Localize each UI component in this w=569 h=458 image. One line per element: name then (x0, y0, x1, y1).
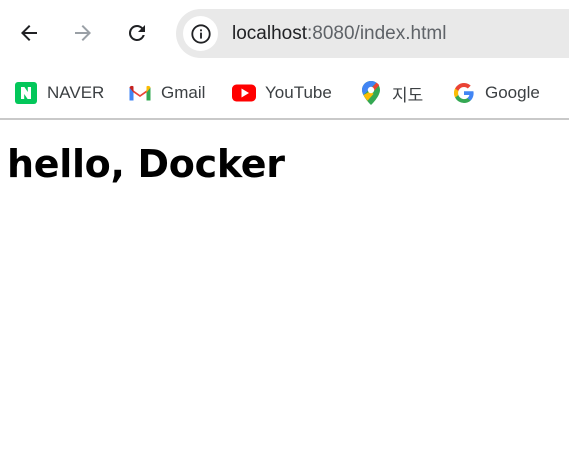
browser-window: localhost:8080/index.html NAVER Gmail Yo… (0, 0, 569, 458)
bookmark-label: Google (485, 83, 540, 102)
bookmarks-bar: NAVER Gmail YouTube 지도 Google (0, 68, 569, 118)
page-heading: hello, Docker (7, 142, 285, 186)
arrow-left-icon (21, 25, 37, 41)
arrow-right-icon (75, 25, 91, 41)
reload-button[interactable] (120, 16, 154, 50)
google-icon (452, 81, 476, 105)
bookmark-youtube[interactable]: YouTube (232, 76, 332, 110)
bookmark-label: YouTube (265, 83, 332, 102)
maps-pin-icon (359, 80, 383, 105)
forward-button[interactable] (66, 16, 100, 50)
bookmark-label: NAVER (47, 83, 105, 102)
gmail-icon (128, 81, 152, 105)
bookmark-label: 지도 (392, 85, 424, 105)
back-button[interactable] (12, 16, 46, 50)
bookmark-maps[interactable]: 지도 (359, 76, 423, 110)
reload-icon (128, 24, 145, 41)
youtube-icon (232, 81, 256, 105)
address-bar[interactable]: localhost:8080/index.html (176, 9, 569, 58)
bookmark-naver[interactable]: NAVER (14, 76, 104, 110)
naver-icon (14, 81, 38, 105)
site-info-button[interactable] (183, 16, 218, 51)
url-path: :8080/index.html (307, 23, 447, 44)
bookmark-google[interactable]: Google (452, 76, 540, 110)
bookmark-gmail[interactable]: Gmail (128, 76, 205, 110)
address-url[interactable]: localhost:8080/index.html (232, 9, 446, 58)
page-content: hello, Docker (0, 120, 569, 458)
bookmark-label: Gmail (161, 83, 206, 102)
browser-toolbar: localhost:8080/index.html (0, 0, 569, 68)
info-icon (190, 23, 211, 44)
url-host: localhost (232, 23, 307, 44)
